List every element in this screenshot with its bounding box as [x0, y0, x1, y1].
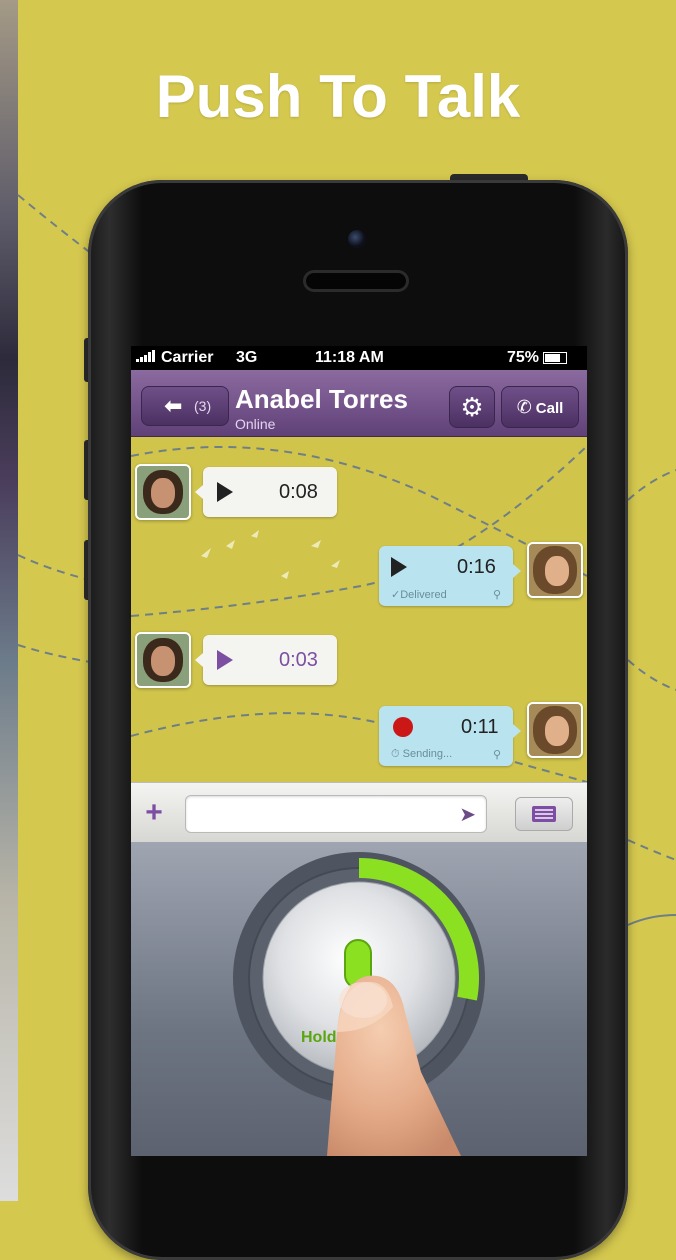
attach-button[interactable]: + — [139, 797, 169, 831]
front-camera — [348, 230, 366, 248]
sending-status: ⏱ Sending... — [391, 748, 453, 760]
phone-screen: Carrier 3G 11:18 AM 75% ⬅ (3) Anabel Tor… — [131, 346, 587, 1156]
play-icon[interactable] — [391, 557, 407, 577]
message-duration: 0:11 — [461, 716, 499, 738]
my-avatar[interactable] — [527, 542, 583, 598]
call-label: Call — [535, 400, 564, 417]
plus-icon: + — [145, 796, 163, 829]
voice-message-outgoing[interactable]: 0:16 ✓Delivered ⚲ — [379, 546, 521, 606]
keyboard-icon — [532, 806, 556, 822]
time-label: 11:18 AM — [315, 349, 384, 366]
voice-message-incoming[interactable]: 0:08 — [195, 467, 337, 517]
message-input[interactable]: ➤ — [185, 795, 487, 833]
earpiece-speaker — [306, 273, 406, 289]
message-duration: 0:16 — [457, 556, 496, 578]
message-duration: 0:08 — [279, 481, 318, 503]
push-to-talk-dial: Hold — [233, 852, 485, 1156]
avatar-face — [545, 556, 569, 586]
avatar-face — [151, 478, 175, 508]
message-duration: 0:03 — [279, 649, 318, 671]
contact-name: Anabel Torres — [235, 384, 408, 414]
battery-label: 75% — [507, 349, 568, 367]
send-arrow-icon[interactable]: ➤ — [459, 802, 476, 827]
contact-status: Online — [235, 416, 276, 432]
voice-message-outgoing[interactable]: 0:11 ⏱ Sending... ⚲ — [379, 706, 521, 766]
signal-icon — [135, 349, 157, 368]
contact-avatar[interactable] — [135, 632, 191, 688]
play-icon[interactable] — [217, 650, 233, 670]
play-icon[interactable] — [217, 482, 233, 502]
back-unread-count: (3) — [194, 398, 212, 414]
my-avatar[interactable] — [527, 702, 583, 758]
gear-icon: ⚙ — [460, 392, 484, 422]
carrier-label: Carrier — [161, 349, 214, 366]
keyboard-button[interactable] — [515, 797, 573, 831]
hold-label: Hold — [301, 1029, 337, 1046]
delivery-status: ✓Delivered — [391, 589, 447, 601]
location-pin-icon: ⚲ — [493, 749, 502, 761]
call-button[interactable]: ✆ Call — [501, 386, 579, 428]
avatar-face — [545, 716, 569, 746]
contact-avatar[interactable] — [135, 464, 191, 520]
back-button[interactable]: ⬅ (3) — [141, 386, 229, 426]
voice-message-incoming[interactable]: 0:03 — [195, 635, 337, 685]
settings-button[interactable]: ⚙ — [449, 386, 495, 428]
headline: Push To Talk — [155, 63, 521, 130]
message-input-bar: + ➤ — [131, 782, 587, 844]
location-pin-icon: ⚲ — [493, 589, 502, 601]
phone-icon: ✆ — [516, 397, 532, 417]
nav-bar: ⬅ (3) Anabel Torres Online ⚙ ✆ Call — [131, 370, 587, 437]
network-label: 3G — [236, 349, 258, 366]
status-bar: Carrier 3G 11:18 AM 75% — [131, 346, 587, 370]
avatar-face — [151, 646, 175, 676]
back-arrow-icon: ⬅ — [164, 393, 183, 418]
push-to-talk-panel: Hold — [131, 842, 587, 1156]
record-icon — [393, 717, 413, 737]
battery-icon — [543, 351, 568, 364]
